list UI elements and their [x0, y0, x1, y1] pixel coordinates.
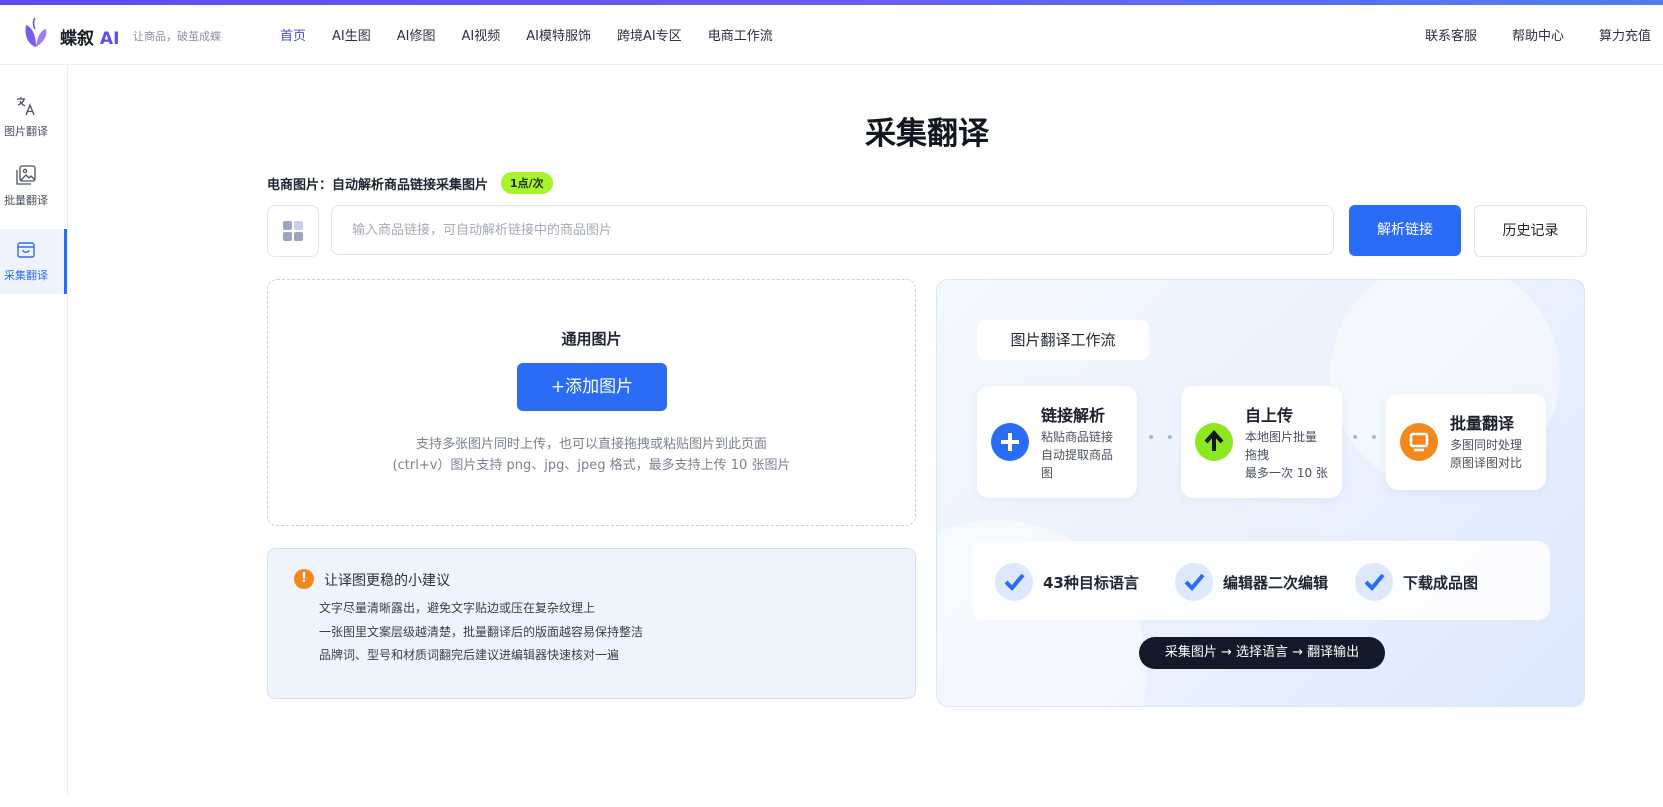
nav-item-home[interactable]: 首页 — [280, 25, 306, 44]
nav-item-ai-image[interactable]: AI生图 — [332, 25, 371, 44]
main-nav: 首页 AI生图 AI修图 AI视频 AI模特服饰 跨境AI专区 电商工作流 — [280, 25, 799, 44]
tips-title: 让译图更稳的小建议 — [324, 573, 450, 589]
sidebar-item-batch-translate[interactable]: 批量翻译 — [0, 154, 67, 219]
card-desc: 多图同时处理 原图译图对比 — [1450, 436, 1522, 472]
card-title: 自上传 — [1245, 406, 1294, 425]
add-image-button[interactable]: +添加图片 — [517, 363, 667, 411]
card-desc-line: 多图同时处理 — [1450, 438, 1523, 452]
brand-name[interactable]: 蝶叙 AI — [60, 24, 119, 49]
feature-row: 43种目标语言 编辑器二次编辑 下载成品图 — [972, 541, 1550, 620]
left-sidebar: 图片翻译 批量翻译 采集翻译 — [0, 65, 68, 795]
link-label: 电商图片：自动解析商品链接采集图片 — [267, 177, 489, 193]
check-icon — [1355, 563, 1393, 601]
tips-panel: ! 让译图更稳的小建议 文字尽量清晰露出，避免文字贴边或压在复杂纹理上 一张图里… — [267, 548, 916, 699]
feature-text: 下载成品图 — [1403, 573, 1479, 592]
card-title: 批量翻译 — [1450, 414, 1515, 433]
tip-line: 文字尽量清晰露出，避免文字贴边或压在复杂纹理上 — [319, 601, 596, 615]
check-icon — [1175, 563, 1213, 601]
workflow-card-link-parse: 链接解析 粘贴商品链接 自动提取商品 图 — [977, 386, 1137, 498]
sidebar-item-collect-translate[interactable]: 采集翻译 — [0, 229, 67, 294]
connector-dots: • • — [1351, 430, 1381, 446]
feature-download: 下载成品图 — [1355, 563, 1478, 601]
recharge-link[interactable]: 算力充值 — [1599, 25, 1651, 44]
monitor-icon — [1400, 423, 1438, 461]
help-center-link[interactable]: 帮助中心 — [1512, 25, 1564, 44]
workflow-card-self-upload: 自上传 本地图片批量 拖拽 最多一次 10 张 — [1181, 386, 1342, 498]
upload-hint-line: (ctrl+v）图片支持 png、jpg、jpeg 格式，最多支持上传 10 张… — [392, 458, 791, 473]
sidebar-item-label: 批量翻译 — [4, 194, 48, 207]
product-link-input[interactable] — [331, 205, 1334, 255]
plus-icon — [991, 423, 1029, 461]
basket-icon — [17, 242, 35, 258]
contact-support-link[interactable]: 联系客服 — [1425, 25, 1477, 44]
feature-text: 43种目标语言 — [1043, 573, 1139, 592]
feature-languages: 43种目标语言 — [995, 563, 1139, 601]
workflow-card-batch-translate: 批量翻译 多图同时处理 原图译图对比 — [1386, 394, 1546, 490]
nav-item-ai-model[interactable]: AI模特服饰 — [526, 25, 591, 44]
page-title: 采集翻译 — [865, 116, 989, 152]
tip-line: 品牌词、型号和材质词翻完后建议进编辑器快速核对一遍 — [319, 648, 620, 662]
nav-item-crossborder[interactable]: 跨境AI专区 — [617, 25, 682, 44]
header-right-links: 联系客服 帮助中心 算力充值 — [1390, 25, 1651, 44]
grid-icon — [283, 221, 303, 241]
brand-text: 蝶叙 — [60, 29, 94, 49]
brand-slogan: 让商品，破茧成蝶 — [133, 30, 221, 43]
check-icon — [995, 563, 1033, 601]
upload-hint: 支持多张图片同时上传，也可以直接拖拽或粘贴图片到此页面 (ctrl+v）图片支持… — [268, 434, 915, 476]
brand-ai-text: AI — [99, 29, 120, 49]
nav-item-workflow[interactable]: 电商工作流 — [708, 25, 773, 44]
card-desc-line: 自动提取商品 — [1041, 448, 1114, 462]
nav-item-ai-video[interactable]: AI视频 — [461, 25, 500, 44]
link-label-row: 电商图片：自动解析商品链接采集图片 1点/次 — [267, 172, 553, 194]
category-grid-button[interactable] — [267, 205, 319, 257]
workflow-title: 图片翻译工作流 — [977, 320, 1149, 360]
sidebar-item-label: 采集翻译 — [4, 269, 48, 282]
card-desc-line: 拖拽 — [1245, 448, 1270, 462]
butterfly-logo-icon[interactable] — [22, 17, 50, 51]
history-button[interactable]: 历史记录 — [1474, 205, 1587, 257]
feature-editor: 编辑器二次编辑 — [1175, 563, 1328, 601]
warning-icon: ! — [294, 569, 314, 589]
top-header: 蝶叙 AI 让商品，破茧成蝶 首页 AI生图 AI修图 AI视频 AI模特服饰 … — [0, 5, 1663, 65]
upload-dropzone[interactable]: 通用图片 +添加图片 支持多张图片同时上传，也可以直接拖拽或粘贴图片到此页面 (… — [267, 279, 916, 526]
flow-summary-pill: 采集图片 → 选择语言 → 翻译输出 — [1139, 637, 1385, 669]
card-desc: 粘贴商品链接 自动提取商品 图 — [1041, 428, 1113, 482]
workflow-panel: 图片翻译工作流 链接解析 粘贴商品链接 自动提取商品 图 • • 自上传 本地图… — [936, 279, 1585, 707]
upload-arrow-icon — [1195, 423, 1233, 461]
tip-line: 一张图里文案层级越清楚，批量翻译后的版面越容易保持整洁 — [319, 625, 644, 639]
card-desc-line: 本地图片批量 — [1245, 430, 1318, 444]
card-desc-line: 图 — [1041, 466, 1054, 480]
card-title: 链接解析 — [1041, 406, 1106, 425]
card-desc-line: 原图译图对比 — [1450, 456, 1523, 470]
feature-text: 编辑器二次编辑 — [1223, 573, 1329, 592]
card-desc-line: 最多一次 10 张 — [1245, 466, 1328, 480]
card-desc: 本地图片批量 拖拽 最多一次 10 张 — [1245, 428, 1328, 482]
connector-dots: • • — [1147, 430, 1177, 446]
card-desc-line: 粘贴商品链接 — [1041, 430, 1114, 444]
cost-badge: 1点/次 — [501, 172, 553, 194]
images-icon — [16, 165, 36, 185]
upload-hint-line: 支持多张图片同时上传，也可以直接拖拽或粘贴图片到此页面 — [415, 437, 767, 452]
nav-item-ai-retouch[interactable]: AI修图 — [397, 25, 436, 44]
upload-title: 通用图片 — [561, 330, 622, 348]
parse-link-button[interactable]: 解析链接 — [1349, 205, 1461, 256]
